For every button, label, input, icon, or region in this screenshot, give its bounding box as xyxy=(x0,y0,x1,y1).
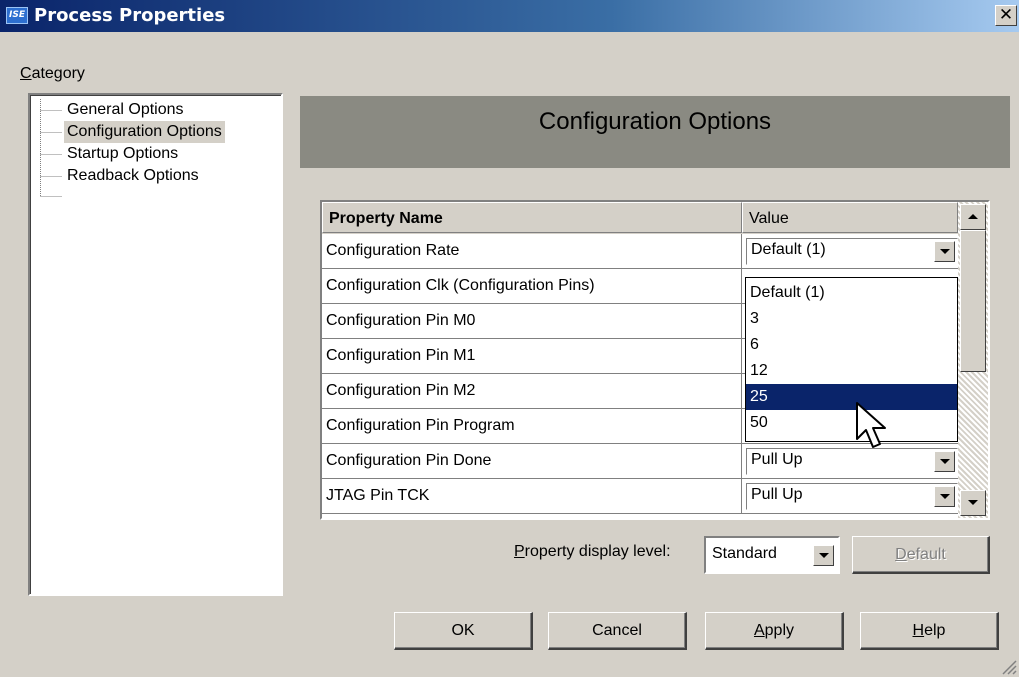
value-combo[interactable]: Pull Up xyxy=(746,448,958,475)
category-label: Category xyxy=(20,65,85,83)
apply-accel: A xyxy=(753,622,765,639)
property-display-level-label: Property display level: xyxy=(514,543,671,561)
help-button[interactable]: Help xyxy=(860,612,999,650)
dropdown-option[interactable]: Default (1) xyxy=(746,280,957,306)
chevron-down-icon xyxy=(819,553,829,558)
table-row[interactable]: JTAG Pin TCK Pull Up xyxy=(322,479,958,514)
dropdown-option-highlighted[interactable]: 25 xyxy=(746,384,957,410)
apply-button[interactable]: Apply xyxy=(705,612,844,650)
property-name-cell: Configuration Pin M1 xyxy=(322,339,742,373)
dropdown-button[interactable] xyxy=(934,451,955,472)
dropdown-button[interactable] xyxy=(934,486,955,507)
dropdown-option[interactable]: 50 xyxy=(746,410,957,436)
dropdown-button[interactable] xyxy=(934,241,955,262)
tree-item-readback-options[interactable]: Readback Options xyxy=(64,165,202,187)
default-rest: efault xyxy=(906,546,946,563)
arrow-down-icon xyxy=(968,500,978,505)
dropdown-option[interactable]: 12 xyxy=(746,358,957,384)
default-accel: D xyxy=(895,546,907,563)
close-button[interactable]: ✕ xyxy=(995,5,1017,26)
help-rest: elp xyxy=(924,622,946,639)
display-level-accel: P xyxy=(514,543,525,560)
property-display-level-select[interactable]: Standard xyxy=(704,536,840,574)
value-combo-text: Pull Up xyxy=(751,451,803,468)
property-name-cell: Configuration Pin M0 xyxy=(322,304,742,338)
category-label-accel: C xyxy=(20,65,32,82)
chevron-down-icon xyxy=(940,494,950,499)
value-combo[interactable]: Pull Up xyxy=(746,483,958,510)
property-name-cell: Configuration Pin Done xyxy=(322,444,742,478)
property-name-cell: Configuration Rate xyxy=(322,234,742,268)
help-accel: H xyxy=(912,622,925,639)
section-header: Configuration Options xyxy=(300,96,1010,168)
property-name-cell: Configuration Clk (Configuration Pins) xyxy=(322,269,742,303)
column-header-value[interactable]: Value xyxy=(742,202,958,233)
tree-item-configuration-options[interactable]: Configuration Options xyxy=(64,121,225,143)
scroll-down-button[interactable] xyxy=(960,490,986,516)
scroll-up-button[interactable] xyxy=(960,204,986,230)
dropdown-option[interactable]: 6 xyxy=(746,332,957,358)
grid-header: Property Name Value xyxy=(322,202,958,234)
dropdown-option[interactable]: 3 xyxy=(746,306,957,332)
apply-rest: pply xyxy=(764,622,795,639)
resize-grip-icon[interactable] xyxy=(1001,659,1017,675)
category-tree[interactable]: General Options Configuration Options St… xyxy=(28,93,283,596)
property-name-cell: JTAG Pin TCK xyxy=(322,479,742,513)
value-combo-text: Pull Up xyxy=(751,486,803,503)
window-title: Process Properties xyxy=(34,5,226,26)
close-icon: ✕ xyxy=(998,5,1014,25)
tree-item-startup-options[interactable]: Startup Options xyxy=(64,143,181,165)
scroll-thumb[interactable] xyxy=(960,230,986,372)
tree-item-general-options[interactable]: General Options xyxy=(64,99,187,121)
default-button[interactable]: Default xyxy=(852,536,990,574)
value-combo-text: Default (1) xyxy=(751,241,826,258)
table-row[interactable]: Configuration Rate Default (1) xyxy=(322,234,958,269)
ok-button[interactable]: OK xyxy=(394,612,533,650)
mouse-pointer-icon xyxy=(856,402,886,448)
chevron-down-icon xyxy=(940,459,950,464)
dropdown-button[interactable] xyxy=(813,545,834,566)
value-combo[interactable]: Default (1) xyxy=(746,238,958,265)
property-name-cell: Configuration Pin Program xyxy=(322,409,742,443)
chevron-down-icon xyxy=(940,249,950,254)
display-level-rest: roperty display level: xyxy=(524,543,671,560)
column-header-property-name[interactable]: Property Name xyxy=(322,202,742,233)
app-icon: ISE xyxy=(6,7,28,24)
section-title: Configuration Options xyxy=(538,108,772,135)
arrow-up-icon xyxy=(968,214,978,219)
category-label-rest: ategory xyxy=(31,65,85,82)
property-name-cell: Configuration Pin M2 xyxy=(322,374,742,408)
configuration-rate-dropdown-list[interactable]: Default (1) 3 6 12 25 50 xyxy=(745,277,958,442)
title-bar[interactable]: ISE Process Properties ✕ xyxy=(0,0,1019,32)
display-level-value: Standard xyxy=(712,545,777,562)
cancel-button[interactable]: Cancel xyxy=(548,612,687,650)
vertical-scrollbar[interactable] xyxy=(958,202,988,518)
